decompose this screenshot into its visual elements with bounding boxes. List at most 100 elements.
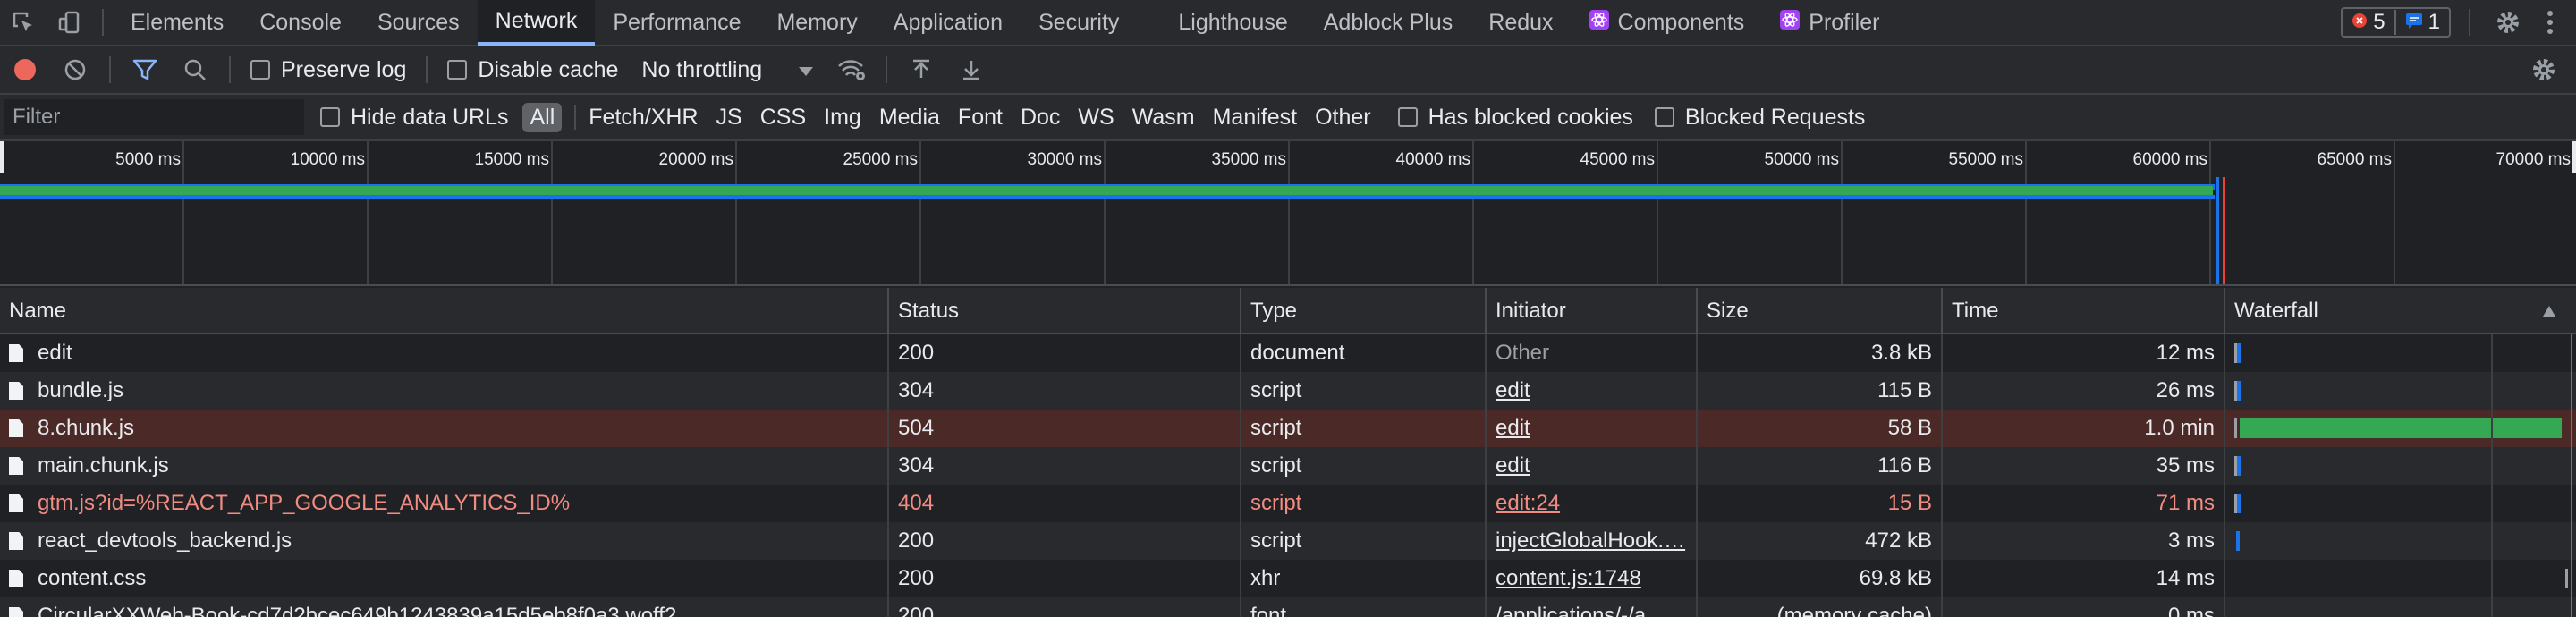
table-row[interactable]: bundle.js 304 script edit 115 B 26 ms <box>0 372 2576 410</box>
tab-application[interactable]: Application <box>876 0 1021 46</box>
table-row[interactable]: content.css 200 xhr content.js:1748 69.8… <box>0 560 2576 597</box>
toolbar-divider <box>886 56 888 83</box>
waterfall-cell <box>2225 372 2576 410</box>
tab-components[interactable]: Components <box>1572 0 1763 46</box>
waterfall-waiting-bar <box>2237 456 2241 476</box>
table-row[interactable]: react_devtools_backend.js 200 script inj… <box>0 522 2576 560</box>
time-cell: 3 ms <box>1943 522 2225 560</box>
initiator-link[interactable]: content.js:1748 <box>1496 566 1641 591</box>
waterfall-cell <box>2225 522 2576 560</box>
initiator-link[interactable]: edit <box>1496 416 1530 441</box>
table-header: Name Status Type Initiator Size Time Wat… <box>0 288 2576 334</box>
table-row[interactable]: gtm.js?id=%REACT_APP_GOOGLE_ANALYTICS_ID… <box>0 485 2576 522</box>
filter-type-img[interactable]: Img <box>815 105 870 131</box>
tab-memory[interactable]: Memory <box>758 0 875 46</box>
tab-lighthouse[interactable]: Lighthouse <box>1160 0 1305 46</box>
column-header-size[interactable]: Size <box>1698 288 1943 334</box>
filter-type-other[interactable]: Other <box>1306 105 1380 131</box>
filter-type-manifest[interactable]: Manifest <box>1204 105 1306 131</box>
tab-adblock-plus[interactable]: Adblock Plus <box>1306 0 1471 46</box>
column-header-type[interactable]: Type <box>1241 288 1487 334</box>
type-cell: script <box>1241 372 1487 410</box>
table-row[interactable]: edit 200 document Other 3.8 kB 12 ms <box>0 334 2576 372</box>
export-har-icon[interactable] <box>946 46 996 94</box>
error-badge[interactable]: 5 <box>2343 10 2394 35</box>
network-settings-gear-icon[interactable] <box>2526 46 2576 94</box>
import-har-icon[interactable] <box>896 46 946 94</box>
filter-type-media[interactable]: Media <box>870 105 949 131</box>
table-row[interactable]: CircularXXWeb-Book-cd7d2bcec649b1243839a… <box>0 597 2576 617</box>
network-conditions-icon[interactable] <box>826 46 877 94</box>
checkbox-box[interactable] <box>320 107 340 127</box>
initiator-link[interactable]: /applications/-/a… <box>1496 604 1667 617</box>
blocked-requests-checkbox[interactable]: Blocked Requests <box>1644 105 1877 131</box>
more-options-icon[interactable] <box>2537 0 2563 46</box>
checkbox-box[interactable] <box>447 60 468 80</box>
status-cell: 304 <box>889 372 1241 410</box>
checkbox-box[interactable] <box>250 60 270 80</box>
tab-security[interactable]: Security <box>1021 0 1160 46</box>
hide-data-urls-checkbox[interactable]: Hide data URLs <box>309 105 519 131</box>
initiator-link[interactable]: edit <box>1496 378 1530 403</box>
initiator-link[interactable]: edit <box>1496 453 1530 478</box>
tab-performance[interactable]: Performance <box>595 0 758 46</box>
request-name: bundle.js <box>38 378 124 402</box>
size-cell: 115 B <box>1698 372 1943 410</box>
filter-type-ws[interactable]: WS <box>1069 105 1123 131</box>
message-badge[interactable]: 1 <box>2394 10 2449 35</box>
column-header-time[interactable]: Time <box>1943 288 2225 334</box>
search-icon[interactable] <box>170 46 220 94</box>
tab-elements[interactable]: Elements <box>113 0 242 46</box>
preserve-log-checkbox[interactable]: Preserve log <box>240 57 417 83</box>
has-blocked-cookies-checkbox[interactable]: Has blocked cookies <box>1387 105 1644 131</box>
overview-gridline <box>2025 141 2027 284</box>
column-header-name[interactable]: Name <box>0 288 889 334</box>
filter-input[interactable] <box>4 99 304 135</box>
network-request-table: Name Status Type Initiator Size Time Wat… <box>0 288 2576 617</box>
checkbox-box[interactable] <box>1654 107 1674 127</box>
network-overview-timeline[interactable]: 5000 ms 10000 ms 15000 ms 20000 ms 25000… <box>0 141 2576 286</box>
initiator-link[interactable]: injectGlobalHook.… <box>1496 528 1685 554</box>
filter-type-all[interactable]: All <box>522 102 563 132</box>
type-cell: document <box>1241 334 1487 372</box>
initiator-link[interactable]: edit:24 <box>1496 491 1560 516</box>
status-cell: 200 <box>889 560 1241 597</box>
type-cell: xhr <box>1241 560 1487 597</box>
has-blocked-cookies-label: Has blocked cookies <box>1428 104 1633 130</box>
overview-left-handle[interactable] <box>0 141 4 173</box>
inspect-element-icon[interactable] <box>0 0 47 46</box>
overview-right-handle[interactable] <box>2572 141 2576 173</box>
record-button[interactable] <box>0 46 50 94</box>
overview-gridline <box>182 141 184 284</box>
clear-icon[interactable] <box>50 46 100 94</box>
tab-profiler[interactable]: Profiler <box>1762 0 1897 46</box>
settings-gear-icon[interactable] <box>2488 0 2528 46</box>
overview-gridline <box>1657 141 1658 284</box>
table-row[interactable]: main.chunk.js 304 script edit 116 B 35 m… <box>0 447 2576 485</box>
size-cell: 116 B <box>1698 447 1943 485</box>
table-row[interactable]: 8.chunk.js 504 script edit 58 B 1.0 min <box>0 410 2576 447</box>
disable-cache-checkbox[interactable]: Disable cache <box>436 57 629 83</box>
filter-type-doc[interactable]: Doc <box>1012 105 1069 131</box>
column-header-status[interactable]: Status <box>889 288 1241 334</box>
filter-type-fetch-xhr[interactable]: Fetch/XHR <box>580 105 707 131</box>
tab-console[interactable]: Console <box>242 0 360 46</box>
filter-type-font[interactable]: Font <box>949 105 1012 131</box>
issues-counter[interactable]: 5 1 <box>2341 7 2451 38</box>
overview-gridline <box>1472 141 1474 284</box>
filter-type-css[interactable]: CSS <box>751 105 815 131</box>
column-header-waterfall[interactable]: Waterfall <box>2225 288 2576 334</box>
time-cell: 35 ms <box>1943 447 2225 485</box>
tab-redux[interactable]: Redux <box>1470 0 1571 46</box>
filter-type-wasm[interactable]: Wasm <box>1123 105 1204 131</box>
tab-network[interactable]: Network <box>477 0 596 46</box>
column-header-initiator[interactable]: Initiator <box>1487 288 1698 334</box>
script-file-icon <box>9 457 23 475</box>
device-toolbar-icon[interactable] <box>47 0 93 46</box>
filter-icon[interactable] <box>120 46 170 94</box>
filter-type-js[interactable]: JS <box>708 105 751 131</box>
toolbar-divider <box>229 56 231 83</box>
tab-sources[interactable]: Sources <box>360 0 478 46</box>
throttling-select[interactable]: No throttling <box>629 57 826 83</box>
checkbox-box[interactable] <box>1397 107 1418 127</box>
